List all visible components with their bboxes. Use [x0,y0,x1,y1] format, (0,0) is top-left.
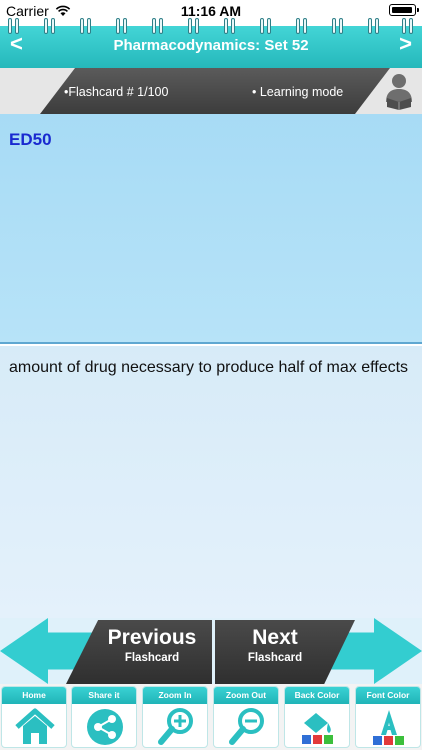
ring-icon [80,18,92,34]
bottom-toolbar: Home Share it Zoom In Zoom Out Back Colo… [0,684,422,750]
back-color-button[interactable]: Back Color [284,686,350,748]
ring-icon [402,18,414,34]
answer-panel: amount of drug necessary to produce half… [0,346,422,618]
question-text: ED50 [9,130,52,149]
ring-icon [368,18,380,34]
ring-icon [224,18,236,34]
font-color-button[interactable]: Font Color [355,686,421,748]
answer-text: amount of drug necessary to produce half… [9,359,409,376]
zoom-out-icon [229,708,264,745]
battery-icon [389,4,419,16]
next-label: Next [252,626,298,649]
share-button[interactable]: Share it [71,686,137,748]
zoom-in-button[interactable]: Zoom In [142,686,208,748]
next-sublabel: Flashcard [247,652,303,664]
back-color-icon [302,713,333,744]
ring-icon [152,18,164,34]
home-label: Home [22,690,46,700]
zoom-out-label: Zoom Out [225,690,267,700]
ring-icon [116,18,128,34]
ring-icon [188,18,200,34]
mode-label: • Learning mode [252,85,344,99]
back-color-label: Back Color [294,690,340,700]
spiral-binding [0,18,422,36]
font-color-icon [373,710,404,745]
info-strip: •Flashcard # 1/100 • Learning mode [0,68,422,114]
ring-icon [44,18,56,34]
ring-icon [296,18,308,34]
home-icon [15,708,55,744]
ring-icon [8,18,20,34]
previous-flashcard-button[interactable]: Previous Flashcard [66,620,212,684]
previous-sublabel: Flashcard [124,652,180,664]
font-color-label: Font Color [366,690,410,700]
page-title: Pharmacodynamics: Set 52 [113,37,309,54]
zoom-out-button[interactable]: Zoom Out [213,686,279,748]
reader-icon [386,74,412,110]
share-label: Share it [88,690,120,700]
ring-icon [332,18,344,34]
question-panel: ED50 [0,114,422,344]
ring-icon [260,18,272,34]
home-button[interactable]: Home [1,686,67,748]
flashcard-counter: •Flashcard # 1/100 [64,85,169,99]
share-icon [87,709,123,745]
next-flashcard-button[interactable]: Next Flashcard [215,620,355,684]
zoom-in-label: Zoom In [158,690,192,700]
status-time: 11:16 AM [180,3,242,19]
flashcard-navigation: Previous Flashcard Next Flashcard [0,618,422,684]
zoom-in-icon [158,708,193,745]
